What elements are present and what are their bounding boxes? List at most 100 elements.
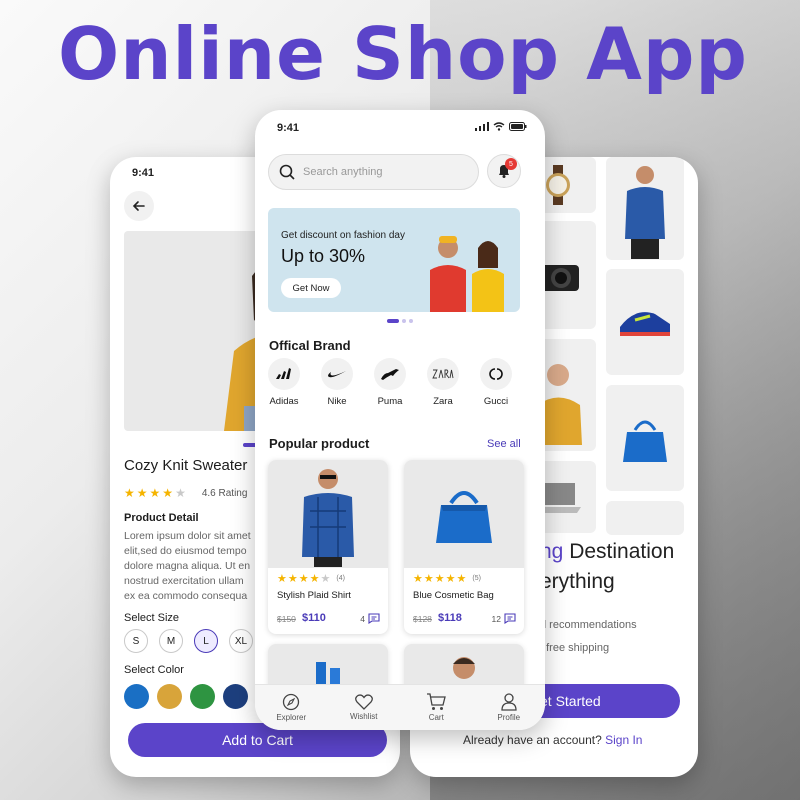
nike-logo-icon xyxy=(321,358,353,390)
color-swatch[interactable] xyxy=(190,684,215,709)
brand-list: Adidas Nike Puma Zara Gucci xyxy=(268,358,512,407)
popular-section-title: Popular product xyxy=(269,436,370,451)
compass-icon xyxy=(283,693,300,711)
brand-name: Adidas xyxy=(269,396,299,407)
notification-badge: 5 xyxy=(505,158,517,170)
star-icon: ★ xyxy=(413,573,423,585)
star-icon: ★ xyxy=(149,486,161,500)
rating-text: 4.6 Rating xyxy=(201,487,248,499)
nav-wishlist[interactable]: Wishlist xyxy=(336,694,392,721)
brand-name: Puma xyxy=(377,396,403,407)
star-empty-icon: ★ xyxy=(320,573,331,585)
nav-explorer[interactable]: Explorer xyxy=(263,693,319,722)
product-card[interactable]: ★ ★ ★ ★ ★ (4) Stylish Plaid Shirt $150 $… xyxy=(268,460,388,634)
star-icon: ★ xyxy=(434,573,445,585)
page-dot-active[interactable] xyxy=(387,319,399,323)
signal-icon xyxy=(475,122,489,131)
review-count: (5) xyxy=(472,575,481,582)
brand-adidas[interactable]: Adidas xyxy=(268,358,300,407)
price: $118 xyxy=(438,612,462,624)
comment-icon xyxy=(368,613,380,624)
product-rating: ★ ★ ★ ★ ★ (5) xyxy=(413,572,481,585)
zara-logo-icon xyxy=(427,358,459,390)
cart-icon xyxy=(427,693,447,710)
star-icon: ★ xyxy=(298,573,309,585)
size-selector: S M L XL xyxy=(124,629,253,653)
old-price: $128 xyxy=(413,614,432,624)
brands-section-title: Offical Brand xyxy=(269,338,351,353)
wifi-icon xyxy=(493,122,505,131)
old-price: $150 xyxy=(277,614,296,624)
search-input[interactable] xyxy=(303,166,463,178)
nav-cart[interactable]: Cart xyxy=(408,693,464,722)
see-all-link[interactable]: See all xyxy=(487,438,521,450)
product-image xyxy=(404,460,524,568)
onboarding-bullet: d recommendations xyxy=(540,619,637,631)
product-card[interactable]: ★ ★ ★ ★ ★ (5) Blue Cosmetic Bag $128 $11… xyxy=(404,460,524,634)
brand-gucci[interactable]: Gucci xyxy=(480,358,512,407)
star-icon: ★ xyxy=(456,573,467,585)
page-dot[interactable] xyxy=(402,319,406,323)
banner-models-image xyxy=(430,236,504,312)
brand-nike[interactable]: Nike xyxy=(321,358,353,407)
onboarding-title-line2: erything xyxy=(540,570,615,593)
heart-icon xyxy=(354,694,373,710)
brand-name: Nike xyxy=(327,396,347,407)
signin-prompt: Already have an account? Sign In xyxy=(463,733,642,747)
status-time: 9:41 xyxy=(277,122,300,134)
size-option-s[interactable]: S xyxy=(124,629,148,653)
size-option-l[interactable]: L xyxy=(194,629,218,653)
search-bar[interactable] xyxy=(268,154,479,190)
brand-puma[interactable]: Puma xyxy=(374,358,406,407)
review-count: (4) xyxy=(336,575,345,582)
star-icon: ★ xyxy=(287,573,298,585)
promo-banner[interactable]: Get discount on fashion day Up to 30% Ge… xyxy=(268,208,520,312)
notification-button[interactable]: 5 xyxy=(487,154,521,188)
brand-name: Gucci xyxy=(483,396,509,407)
color-swatch[interactable] xyxy=(124,684,149,709)
star-icon: ★ xyxy=(277,573,287,585)
comment-icon xyxy=(504,613,516,624)
status-time: 9:41 xyxy=(132,167,155,179)
onboarding-bullet: , free shipping xyxy=(540,642,610,654)
product-name: Blue Cosmetic Bag xyxy=(413,590,494,601)
star-icon: ★ xyxy=(124,486,135,500)
star-icon: ★ xyxy=(162,486,174,500)
adidas-logo-icon xyxy=(268,358,300,390)
user-icon xyxy=(501,693,517,711)
status-icons xyxy=(475,122,527,131)
signin-text: Already have an account? xyxy=(463,733,606,747)
nav-label: Wishlist xyxy=(349,712,378,721)
shirt-model-image xyxy=(606,157,684,260)
gucci-logo-icon xyxy=(480,358,512,390)
product-detail-label: Product Detail xyxy=(124,512,199,524)
get-now-button[interactable]: Get Now xyxy=(281,278,341,298)
banner-subtitle: Get discount on fashion day xyxy=(281,230,405,241)
bottom-navigation: Explorer Wishlist Cart Profile xyxy=(255,684,545,730)
star-empty-icon: ★ xyxy=(175,486,186,500)
select-size-label: Select Size xyxy=(124,612,180,624)
back-button[interactable] xyxy=(124,191,154,221)
comment-count: 4 xyxy=(360,613,380,624)
star-icon: ★ xyxy=(136,486,148,500)
page-dot[interactable] xyxy=(409,319,413,323)
signin-link[interactable]: Sign In xyxy=(605,733,642,747)
brand-zara[interactable]: Zara xyxy=(427,358,459,407)
product-rating: ★ ★ ★ ★ ★ 4.6 Rating xyxy=(124,486,247,500)
size-option-xl[interactable]: XL xyxy=(229,629,253,653)
onboarding-title-rest: Destination xyxy=(563,540,675,563)
shoe-image xyxy=(606,269,684,375)
nav-label: Explorer xyxy=(276,713,307,722)
color-swatch[interactable] xyxy=(157,684,182,709)
arrow-left-icon xyxy=(132,201,145,211)
price: $110 xyxy=(302,612,326,624)
comment-count: 12 xyxy=(492,613,516,624)
color-swatch[interactable] xyxy=(223,684,248,709)
handbag-image xyxy=(606,385,684,491)
size-option-m[interactable]: M xyxy=(159,629,183,653)
nav-profile[interactable]: Profile xyxy=(481,693,537,722)
nav-label: Cart xyxy=(428,713,444,722)
banner-page-indicator xyxy=(387,319,413,323)
star-icon: ★ xyxy=(445,573,456,585)
page-headline: Online Shop App xyxy=(58,12,748,96)
